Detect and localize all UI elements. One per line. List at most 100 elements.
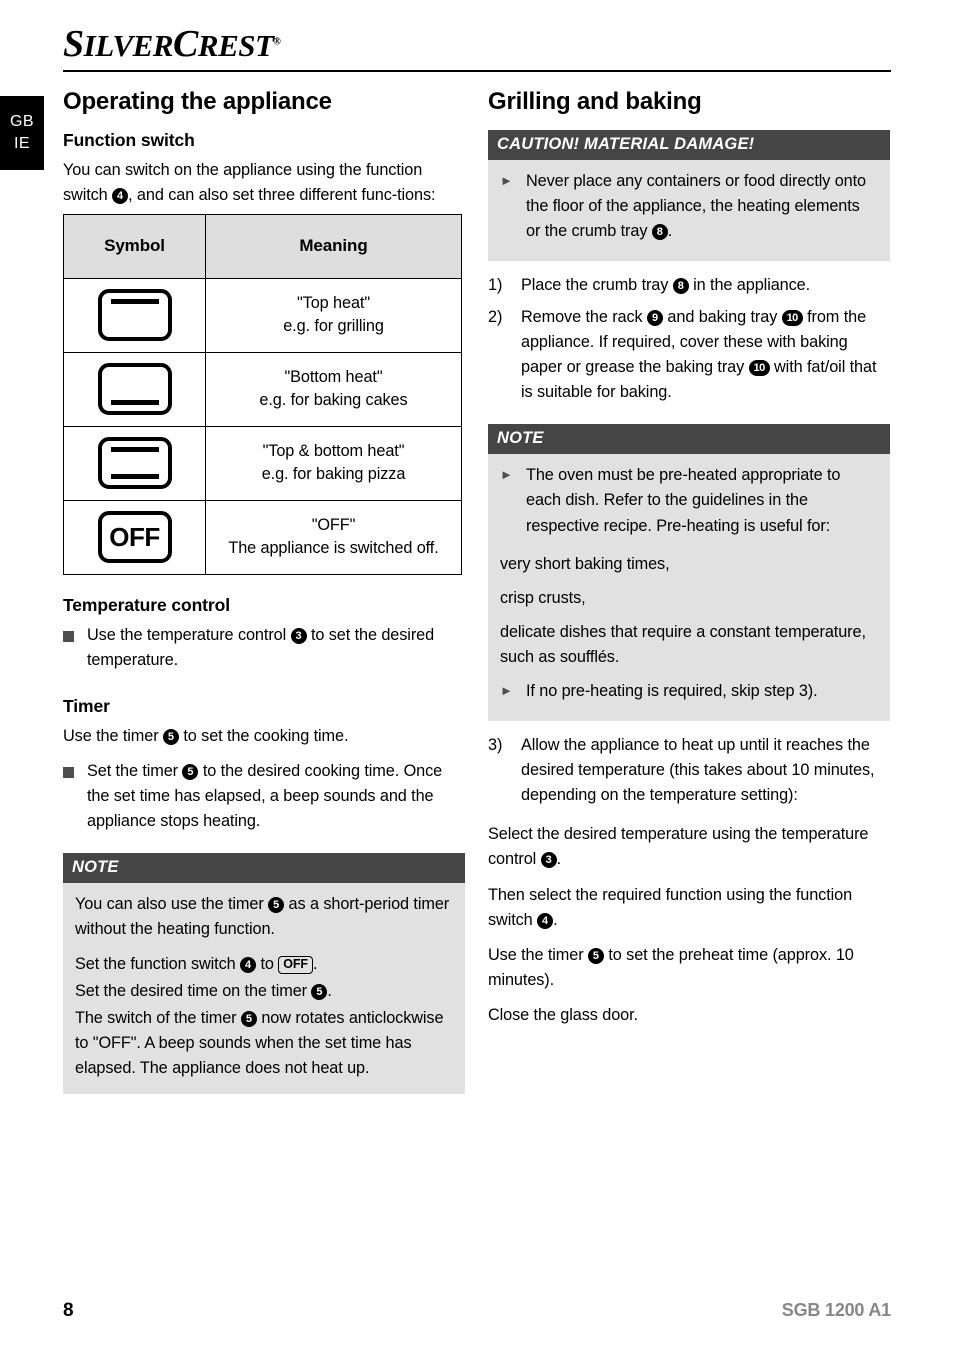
caution-bullet-text: Never place any containers or food direc…: [526, 169, 878, 244]
meaning-line-2: e.g. for baking cakes: [259, 391, 408, 410]
callout-number-4: 4: [537, 912, 554, 929]
language-tab-ie: IE: [13, 135, 31, 152]
callout-number-4: 4: [112, 187, 129, 204]
logo-text-silver: SILVER: [63, 23, 174, 65]
symbol-cell-off: OFF: [63, 499, 206, 575]
step-3: 3) Allow the appliance to heat up until …: [488, 733, 892, 811]
caution-box-body: ► Never place any containers or food dir…: [488, 159, 890, 261]
note-sub2-b: .: [327, 981, 332, 1000]
off-key-icon: OFF: [278, 955, 313, 975]
note-bullet-1: ► The oven must be pre-heated appropriat…: [500, 463, 878, 540]
table-row: OFF "OFF" The appliance is switched off.: [63, 499, 462, 575]
callout-number-3: 3: [290, 627, 307, 644]
callout-number-8: 8: [672, 277, 689, 294]
step3-sub3-a: Use the timer: [488, 945, 588, 964]
step-number-2: 2): [488, 307, 503, 326]
timer-intro-b: to set the cooking time.: [178, 726, 349, 745]
note-p2-a: The switch of the timer: [75, 1008, 241, 1027]
callout-number-5: 5: [162, 728, 179, 745]
table-row: "Bottom heat" e.g. for baking cakes: [63, 351, 462, 427]
meaning-line-2: e.g. for baking pizza: [261, 465, 406, 484]
note-paragraph-1: You can also use the timer 5 as a short-…: [75, 892, 453, 942]
meaning-cell-off: "OFF" The appliance is switched off.: [205, 499, 462, 575]
note-box-preheat: NOTE ► The oven must be pre-heated appro…: [488, 424, 890, 722]
heating-bar-bottom: [110, 474, 159, 480]
step3-sub-item-3: Use the timer 5 to set the preheat time …: [488, 943, 892, 993]
function-switch-intro-b: , and can also set three different func-…: [128, 185, 436, 204]
callout-number-8: 8: [651, 223, 668, 240]
symbol-cell-bottom-heat: [63, 351, 206, 427]
meaning-line-1: "Top heat": [296, 293, 371, 312]
bullet-text-a: Use the temperature control: [87, 625, 291, 644]
symbol-table: Symbol Meaning "Top heat" e.g. for grill…: [63, 213, 462, 575]
step3-sub-item-2: Then select the required function using …: [488, 883, 892, 933]
timer-intro: Use the timer 5 to set the cooking time.: [63, 724, 467, 749]
note-sub-item-1: Set the function switch 4 to OFF.: [75, 952, 453, 977]
table-row: "Top heat" e.g. for grilling: [63, 277, 462, 353]
meaning-line-2: e.g. for grilling: [283, 317, 384, 336]
note-box-header: NOTE: [488, 424, 890, 455]
registered-trademark-icon: ®: [273, 36, 281, 48]
callout-number-3: 3: [540, 852, 557, 869]
note-sub-item: very short baking times,: [500, 554, 670, 573]
callout-number-10: 10: [781, 309, 803, 326]
function-switch-intro: You can switch on the appliance using th…: [63, 158, 467, 208]
step3-sub-item-4: Close the glass door.: [488, 1005, 638, 1024]
triangle-bullet-icon: ►: [500, 172, 513, 188]
step-number-1: 1): [488, 275, 503, 294]
heading-timer: Timer: [63, 695, 110, 716]
oven-off-icon: OFF: [97, 511, 172, 564]
timer-intro-a: Use the timer: [63, 726, 163, 745]
symbol-cell-top-heat: [63, 277, 206, 353]
meaning-cell-top-heat: "Top heat" e.g. for grilling: [205, 277, 462, 353]
meaning-line-1: "Bottom heat": [284, 367, 383, 386]
meaning-cell-top-bottom-heat: "Top & bottom heat" e.g. for baking pizz…: [205, 425, 462, 501]
caution-text-b: .: [667, 221, 673, 240]
callout-number-10: 10: [748, 360, 770, 377]
logo-crest-rest: REST: [197, 28, 274, 63]
page-title-operating: Operating the appliance: [63, 88, 332, 115]
step-number-3: 3): [488, 736, 503, 755]
note-box-body: ► The oven must be pre-heated appropriat…: [488, 454, 890, 722]
square-bullet-icon: [63, 623, 87, 676]
note-bullet-1-text: The oven must be pre-heated appropriate …: [526, 466, 841, 535]
note-box-header: NOTE: [63, 853, 465, 884]
silvercrest-logo: SILVERCREST®: [63, 22, 281, 66]
oven-top-heat-icon: [97, 289, 172, 342]
triangle-bullet-icon: ►: [500, 683, 513, 698]
bullet-temperature-control: Use the temperature control 3 to set the…: [63, 623, 467, 676]
page-footer: 8 SGB 1200 A1: [63, 1300, 891, 1322]
logo-c-cap: C: [173, 23, 198, 65]
step-2-text: Remove the rack 9 and baking tray 10 fro…: [521, 305, 892, 405]
note-sub2-a: Set the desired time on the timer: [75, 981, 312, 1000]
note-sub1-a: Set the function switch: [75, 954, 241, 973]
note-sub1-c: .: [312, 954, 318, 973]
note-sub-item: crisp crusts,: [500, 588, 586, 607]
callout-number-4: 4: [240, 956, 257, 973]
step-1: 1) Place the crumb tray 8 in the applian…: [488, 273, 892, 301]
note-bullet-2: ► If no pre-heating is required, skip st…: [500, 679, 878, 706]
step3-sub1-b: .: [556, 850, 562, 869]
step2-a: Remove the rack: [521, 307, 647, 326]
callout-number-5: 5: [182, 764, 199, 781]
note-p1-a: You can also use the timer: [75, 895, 269, 914]
bullet-text-a: Set the timer: [87, 762, 183, 781]
column-header-symbol: Symbol: [63, 213, 206, 279]
meaning-line-1: "OFF": [311, 515, 356, 534]
heading-function-switch: Function switch: [63, 129, 195, 150]
left-column: Operating the appliance Function switch …: [63, 88, 467, 1106]
page-number: 8: [63, 1300, 74, 1321]
right-column: Grilling and baking CAUTION! MATERIAL DA…: [488, 88, 892, 1031]
step-3-text: Allow the appliance to heat up until it …: [521, 736, 875, 805]
logo-s-cap: S: [63, 23, 84, 65]
caution-box-header: CAUTION! MATERIAL DAMAGE!: [488, 129, 890, 160]
language-tab: GB IE: [0, 96, 44, 170]
header-divider: [63, 70, 891, 72]
